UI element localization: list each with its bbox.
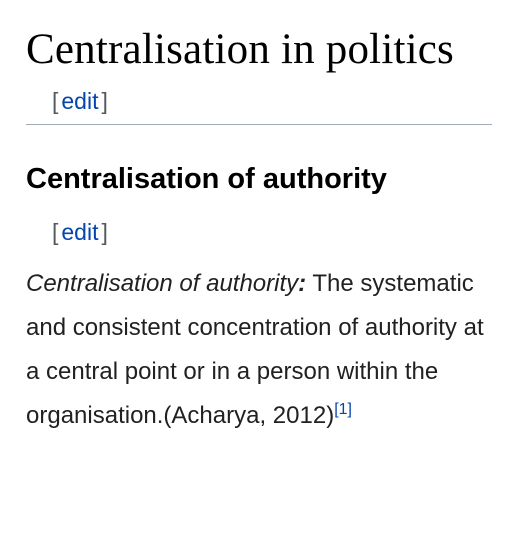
section-heading: Centralisation in politics [edit] — [26, 24, 492, 125]
subsection-edit-link[interactable]: edit — [58, 219, 101, 245]
article-content: Centralisation in politics [edit] Centra… — [26, 0, 492, 438]
edit-bracket-close: ] — [101, 219, 108, 245]
edit-bracket-close: ] — [101, 88, 108, 114]
subsection-edit: [edit] — [52, 215, 492, 249]
section-edit: [edit] — [52, 84, 492, 118]
definition-colon: : — [298, 270, 307, 297]
definition-paragraph: Centralisation of authority: The systema… — [26, 262, 492, 438]
citation: [1] — [334, 401, 352, 418]
section-title: Centralisation in politics — [26, 26, 454, 73]
definition-term: Centralisation of authority — [26, 270, 299, 297]
citation-link[interactable]: [1] — [334, 401, 352, 418]
section-edit-link[interactable]: edit — [58, 88, 101, 114]
subsection-title: Centralisation of authority — [26, 163, 387, 195]
